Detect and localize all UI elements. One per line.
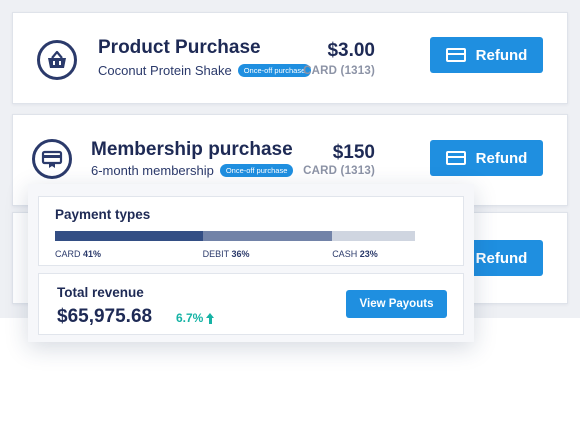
arrow-up-icon (206, 312, 215, 324)
summary-panel: Payment types CARD 41% DEBIT 36% CASH 23% … (28, 184, 474, 342)
total-revenue-title: Total revenue (57, 285, 144, 300)
total-revenue-card: Total revenue $65,975.68 6.7% View Payou… (38, 273, 464, 335)
transaction-subtitle: 6-month membership Once-off purchase (91, 163, 294, 178)
payment-types-card: Payment types CARD 41% DEBIT 36% CASH 23% (38, 196, 464, 266)
transaction-item: Coconut Protein Shake (98, 63, 232, 78)
credit-card-icon (445, 48, 466, 62)
transaction-title: Membership purchase (91, 139, 293, 160)
revenue-change-value: 6.7% (176, 311, 204, 325)
payment-method: CARD (1313) (303, 65, 375, 77)
revenue-change: 6.7% (176, 311, 215, 325)
refund-button-label: Refund (475, 46, 528, 64)
transaction-amount: $150 (332, 142, 375, 163)
transaction-amount: $3.00 (327, 40, 375, 61)
transaction-subtitle: Coconut Protein Shake Once-off purchase (98, 63, 312, 78)
payment-label-card: CARD 41% (55, 249, 102, 259)
view-payouts-button[interactable]: View Payouts (346, 290, 447, 318)
refund-button-label: Refund (475, 249, 528, 267)
membership-card-icon (32, 139, 72, 179)
credit-card-icon (445, 151, 466, 165)
refund-button[interactable]: Refund (430, 140, 543, 176)
transaction-row: Product Purchase Coconut Protein Shake O… (12, 12, 568, 104)
payment-segment-cash (332, 231, 415, 241)
purchase-type-badge: Once-off purchase (237, 64, 312, 77)
refund-button[interactable]: Refund (430, 37, 543, 73)
basket-icon (37, 40, 77, 80)
payment-types-title: Payment types (55, 207, 151, 222)
payment-segment-card (55, 231, 203, 241)
purchase-type-badge: Once-off purchase (219, 164, 294, 177)
total-revenue-amount: $65,975.68 (57, 306, 153, 327)
transaction-item: 6-month membership (91, 163, 214, 178)
transaction-title: Product Purchase (98, 37, 261, 58)
payment-label-debit: DEBIT 36% (202, 249, 250, 259)
payment-types-bar (55, 231, 415, 241)
refund-button-label: Refund (475, 149, 528, 167)
payment-label-cash: CASH 23% (332, 249, 378, 259)
payment-method: CARD (1313) (303, 165, 375, 177)
payment-segment-debit (202, 231, 333, 241)
